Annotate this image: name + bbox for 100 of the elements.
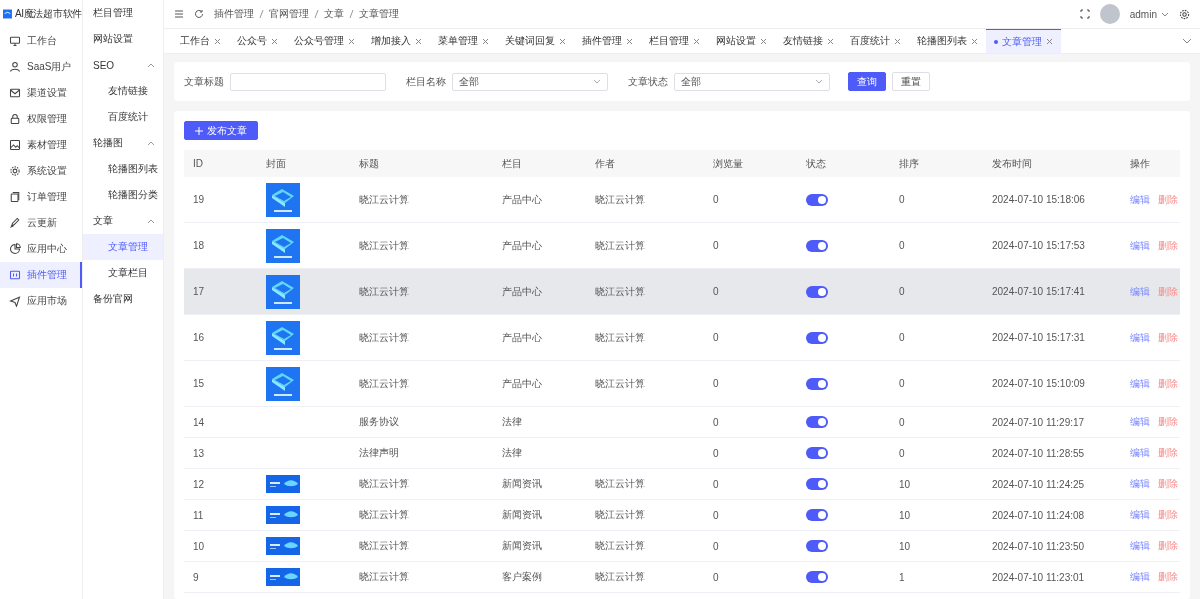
nav-item[interactable]: 应用中心	[0, 236, 82, 262]
close-icon[interactable]	[894, 37, 901, 45]
menu-group[interactable]: 轮播图	[83, 130, 163, 156]
toggle-switch[interactable]	[806, 478, 828, 491]
tab[interactable]: 关键词回复	[497, 29, 574, 53]
column-header: 排序	[890, 150, 983, 177]
submenu-item[interactable]: 轮播图列表	[83, 156, 163, 182]
breadcrumb-link[interactable]: 插件管理	[214, 7, 254, 21]
menu-group[interactable]: SEO	[83, 52, 163, 78]
table-cell: 2024-07-10 11:24:25	[983, 468, 1121, 500]
table-cell: 0	[890, 437, 983, 469]
nav-item[interactable]: 渠道设置	[0, 80, 82, 106]
tab[interactable]: 栏目管理	[641, 29, 708, 53]
nav-item[interactable]: 应用市场	[0, 288, 82, 314]
submenu-item[interactable]: 栏目管理	[83, 0, 163, 26]
close-icon[interactable]	[348, 37, 355, 45]
table-cell: 产品中心	[493, 268, 586, 315]
toggle-switch[interactable]	[806, 193, 828, 206]
close-icon[interactable]	[827, 37, 834, 45]
nav-item[interactable]: 插件管理	[0, 262, 82, 288]
publish-button[interactable]: 发布文章	[184, 121, 258, 140]
input-field[interactable]	[230, 72, 386, 91]
tab[interactable]: 公众号	[229, 29, 286, 53]
toggle-switch[interactable]	[806, 416, 828, 429]
nav-item[interactable]: SaaS用户	[0, 54, 82, 80]
tab[interactable]: 百度统计	[842, 29, 909, 53]
close-icon[interactable]	[1046, 38, 1053, 45]
nav-item[interactable]: 云更新	[0, 210, 82, 236]
user-name[interactable]: admin	[1129, 8, 1157, 20]
toggle-switch[interactable]	[806, 331, 828, 344]
close-icon[interactable]	[214, 37, 221, 45]
table-cell: 0	[890, 360, 983, 407]
toggle-switch[interactable]	[806, 239, 828, 252]
submenu-item[interactable]: 轮播图分类	[83, 182, 163, 208]
pie-icon	[9, 243, 21, 255]
table-cell: 新闻资讯	[493, 499, 586, 531]
submenu-item[interactable]: 友情链接	[83, 78, 163, 104]
toggle-switch[interactable]	[806, 377, 828, 390]
close-icon[interactable]	[971, 37, 978, 45]
tab[interactable]: 文章管理	[986, 29, 1061, 53]
submenu-item[interactable]: 网站设置	[83, 26, 163, 52]
table-cell: 10	[184, 530, 257, 562]
submenu-item[interactable]: 备份官网	[83, 286, 163, 312]
toggle-switch[interactable]	[806, 571, 828, 584]
tab[interactable]: 轮播图列表	[909, 29, 986, 53]
menu-group[interactable]: 文章	[83, 208, 163, 234]
nav-item[interactable]: 权限管理	[0, 106, 82, 132]
nav-item[interactable]: 订单管理	[0, 184, 82, 210]
toggle-switch[interactable]	[806, 285, 828, 298]
toggle-switch[interactable]	[806, 447, 828, 460]
close-icon[interactable]	[760, 37, 767, 45]
lock-icon	[9, 113, 21, 125]
tab-label: 增加接入	[371, 34, 411, 48]
toggle-switch[interactable]	[806, 540, 828, 553]
submenu-item[interactable]: 文章栏目	[83, 260, 163, 286]
submenu-item[interactable]: 文章管理	[83, 234, 163, 260]
close-icon[interactable]	[559, 37, 566, 45]
fullscreen-icon[interactable]	[1079, 9, 1090, 19]
table-cell: 0	[704, 314, 797, 361]
search-button[interactable]: 查询	[848, 72, 886, 91]
toggle-switch[interactable]	[806, 509, 828, 522]
tab[interactable]: 增加接入	[363, 29, 430, 53]
tab[interactable]: 工作台	[172, 29, 229, 53]
table-cell: 2024-07-10 15:17:31	[983, 314, 1121, 361]
menu-icon[interactable]	[174, 9, 184, 19]
tab[interactable]: 网站设置	[708, 29, 775, 53]
nav-item[interactable]: 工作台	[0, 28, 82, 54]
settings-icon[interactable]	[1179, 8, 1190, 20]
tab-label: 公众号	[237, 34, 267, 48]
select-field[interactable]: 全部	[452, 72, 608, 91]
reset-button[interactable]: 重置	[892, 72, 930, 91]
breadcrumb-link[interactable]: 官网管理	[269, 7, 309, 21]
caret-icon[interactable]	[1161, 11, 1169, 17]
table-cell: 晓江云计算	[350, 530, 493, 562]
tab[interactable]: 插件管理	[574, 29, 641, 53]
filter-label: 栏目名称	[406, 74, 446, 89]
table-cell: 15	[184, 360, 257, 407]
table-cell: 2024-07-10 15:18:06	[983, 177, 1121, 223]
submenu-item[interactable]: 百度统计	[83, 104, 163, 130]
nav-item[interactable]: 素材管理	[0, 132, 82, 158]
chevron-down-icon[interactable]	[1182, 38, 1192, 44]
breadcrumb-link[interactable]: 文章管理	[359, 7, 399, 21]
table-cell: 9	[184, 561, 257, 593]
tab[interactable]: 菜单管理	[430, 29, 497, 53]
close-icon[interactable]	[482, 37, 489, 45]
table-cell: 10	[890, 499, 983, 531]
close-icon[interactable]	[626, 37, 633, 45]
nav-item[interactable]: 系统设置	[0, 158, 82, 184]
tab[interactable]: 友情链接	[775, 29, 842, 53]
table-cell: 晓江云计算	[595, 239, 645, 251]
breadcrumb-link[interactable]: 文章	[324, 7, 344, 21]
tab[interactable]: 公众号管理	[286, 29, 363, 53]
close-icon[interactable]	[693, 37, 700, 45]
refresh-icon[interactable]	[194, 9, 204, 19]
select-field[interactable]: 全部	[674, 72, 830, 91]
close-icon[interactable]	[271, 37, 278, 45]
close-icon[interactable]	[415, 37, 422, 45]
tab-label: 文章管理	[1002, 34, 1042, 49]
image-icon	[9, 139, 21, 151]
copy-icon	[9, 191, 21, 203]
